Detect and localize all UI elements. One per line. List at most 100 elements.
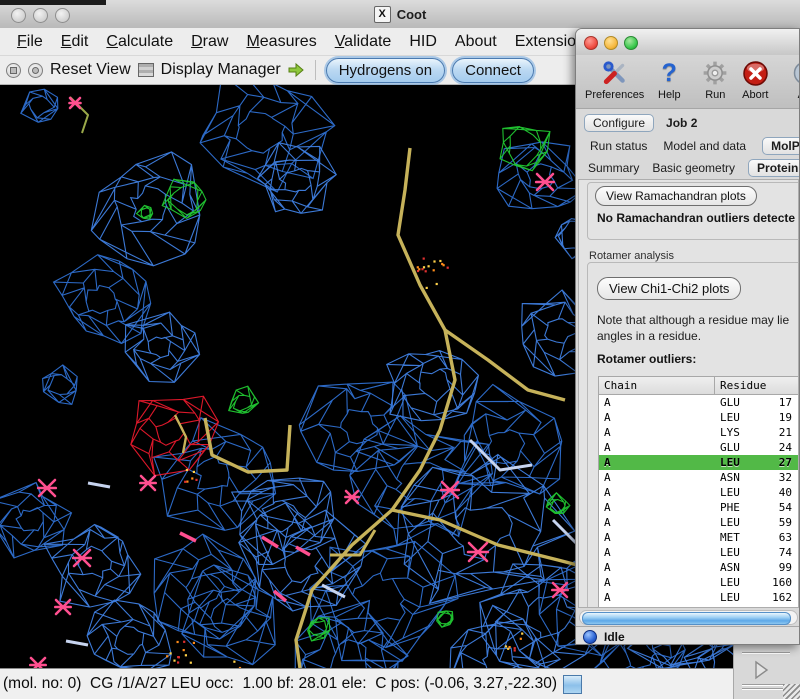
table-cell: 24 <box>760 441 792 454</box>
protein-tab-content: View Ramachandran plots No Ramachandran … <box>578 179 799 608</box>
tab-model-and-data[interactable]: Model and data <box>663 139 746 153</box>
rotamer-outliers-label: Rotamer outliers: <box>597 352 696 366</box>
table-row[interactable]: APHE168 <box>599 605 799 608</box>
gear-icon <box>700 58 730 88</box>
display-manager-button[interactable]: Display Manager <box>161 61 281 79</box>
horizontal-scrollbar[interactable] <box>579 610 798 625</box>
table-cell: LEU <box>715 486 760 499</box>
job-tabs: Configure Job 2 <box>576 111 800 135</box>
table-cell: A <box>599 546 715 559</box>
expander-arrow-icon[interactable] <box>750 659 772 681</box>
go-arrow-icon[interactable] <box>288 62 305 78</box>
menu-about[interactable]: About <box>446 33 506 51</box>
dialog-minimize-icon[interactable] <box>604 36 618 50</box>
dialog-titlebar[interactable] <box>576 29 799 56</box>
menu-hid[interactable]: HID <box>400 33 446 51</box>
connect-button[interactable]: Connect <box>452 58 534 83</box>
view-ramachandran-plots-button[interactable]: View Ramachandran plots <box>595 186 757 206</box>
tab-summary[interactable]: Summary <box>588 161 639 175</box>
atom-status-text: (mol. no: 0) CG /1/A/27 LEU occ: 1.00 bf… <box>3 675 557 693</box>
rotamer-frame-label: Rotamer analysis <box>589 250 674 262</box>
table-cell: 54 <box>760 501 792 514</box>
menu-draw[interactable]: Draw <box>182 33 237 51</box>
table-cell: A <box>599 531 715 544</box>
protein-subsection-tabs: SummaryBasic geometryProteinC <box>576 157 800 178</box>
table-row[interactable]: ALEU160 <box>599 575 799 590</box>
table-row[interactable]: ALEU40 <box>599 485 799 500</box>
abort-label: Abort <box>742 89 768 101</box>
reset-view-button[interactable]: Reset View <box>50 61 131 79</box>
dialog-status-text: Idle <box>604 630 625 644</box>
scrollbar-thumb[interactable] <box>582 612 791 625</box>
table-row[interactable]: AASN99 <box>599 560 799 575</box>
table-cell: LEU <box>715 546 760 559</box>
table-cell: A <box>599 426 715 439</box>
background-window-edge <box>0 0 106 5</box>
status-bar: (mol. no: 0) CG /1/A/27 LEU occ: 1.00 bf… <box>0 668 800 699</box>
table-cell: LEU <box>715 516 760 529</box>
corner-panel <box>733 645 800 699</box>
display-manager-icon <box>138 63 154 77</box>
table-row[interactable]: ALEU59 <box>599 515 799 530</box>
tab-run-status[interactable]: Run status <box>590 139 647 153</box>
table-row[interactable]: AMET63 <box>599 530 799 545</box>
table-cell: PHE <box>715 606 760 608</box>
menu-validate[interactable]: Validate <box>326 33 401 51</box>
table-row[interactable]: AGLU24 <box>599 440 799 455</box>
tools-icon <box>600 58 630 88</box>
table-cell: PHE <box>715 501 760 514</box>
table-cell: 32 <box>760 471 792 484</box>
tab-configure[interactable]: Configure <box>584 114 654 132</box>
table-cell: A <box>599 411 715 424</box>
view-previous-icon[interactable] <box>6 63 21 78</box>
table-row[interactable]: ALEU74 <box>599 545 799 560</box>
table-row[interactable]: ALYS21 <box>599 425 799 440</box>
dialog-close-icon[interactable] <box>584 36 598 50</box>
table-row[interactable]: AGLU17 <box>599 395 799 410</box>
x11-logo-icon: X <box>374 6 391 23</box>
table-cell: A <box>599 576 715 589</box>
view-recenter-icon[interactable] <box>28 63 43 78</box>
element-color-swatch <box>563 675 582 694</box>
table-row[interactable]: ALEU27 <box>599 455 799 470</box>
table-cell: A <box>599 471 715 484</box>
menu-file[interactable]: File <box>8 33 52 51</box>
table-cell: A <box>599 516 715 529</box>
help-label: Help <box>658 89 681 101</box>
status-indicator-icon <box>583 630 597 644</box>
preferences-button[interactable]: Preferences <box>580 58 649 101</box>
resize-grip[interactable] <box>783 684 800 699</box>
table-cell: A <box>599 561 715 574</box>
abort-button[interactable]: Abort <box>735 58 775 101</box>
tab-job-2[interactable]: Job 2 <box>666 116 697 130</box>
help-button[interactable]: ? Help <box>649 58 689 101</box>
table-row[interactable]: AASN32 <box>599 470 799 485</box>
tab-molprobit[interactable]: MolProbit <box>762 137 800 155</box>
table-row[interactable]: ALEU19 <box>599 410 799 425</box>
dialog-zoom-icon[interactable] <box>624 36 638 50</box>
view-chi1-chi2-plots-button[interactable]: View Chi1-Chi2 plots <box>597 277 741 300</box>
table-cell: GLU <box>715 396 760 409</box>
abort-icon <box>740 58 770 88</box>
table-cell: 21 <box>760 426 792 439</box>
toolbar-separator <box>315 60 316 80</box>
hydrogens-toggle-button[interactable]: Hydrogens on <box>326 58 445 83</box>
table-row[interactable]: ALEU162 <box>599 590 799 605</box>
chain-column-header[interactable]: Chain <box>599 377 715 394</box>
window-titlebar[interactable]: X Coot <box>0 0 800 29</box>
menu-measures[interactable]: Measures <box>237 33 325 51</box>
panel-divider <box>742 652 790 653</box>
menu-calculate[interactable]: Calculate <box>97 33 182 51</box>
table-row[interactable]: APHE54 <box>599 500 799 515</box>
tab-protein[interactable]: Protein <box>748 159 800 177</box>
table-cell: 27 <box>760 456 792 469</box>
partial-toolbar-button[interactable]: A <box>781 58 800 101</box>
table-cell: 162 <box>760 591 792 604</box>
tab-basic-geometry[interactable]: Basic geometry <box>652 161 735 175</box>
window-title: X Coot <box>0 0 800 28</box>
dialog-status-bar: Idle <box>576 626 800 645</box>
menu-edit[interactable]: Edit <box>52 33 98 51</box>
residue-column-header[interactable]: Residue <box>715 379 766 392</box>
run-button[interactable]: Run <box>695 58 735 101</box>
coot-application-window: X Coot FileEditCalculateDrawMeasuresVali… <box>0 0 800 699</box>
